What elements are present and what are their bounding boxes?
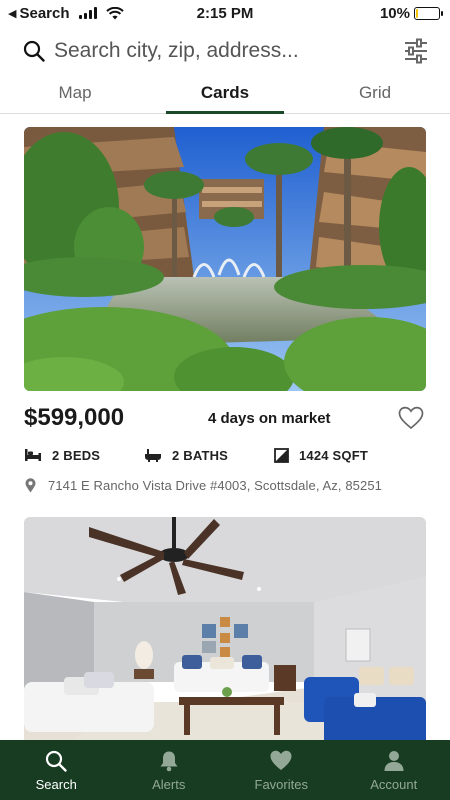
listing-photo-courtyard[interactable]	[24, 127, 426, 391]
baths-label: 2 BATHS	[172, 447, 229, 463]
listing-address-row: 7141 E Rancho Vista Drive #4003, Scottsd…	[24, 465, 426, 505]
back-caret-icon[interactable]: ◀	[8, 7, 16, 20]
listing-feed: $599,000 4 days on market 2 BEDS 2 BATHS…	[24, 127, 426, 747]
search-icon[interactable]	[22, 39, 46, 63]
listing-card[interactable]: $599,000 4 days on market 2 BEDS 2 BATHS…	[24, 127, 426, 505]
tab-grid[interactable]: Grid	[300, 78, 450, 113]
user-icon	[384, 750, 404, 771]
bell-icon	[160, 751, 178, 771]
sliders-icon[interactable]	[402, 37, 430, 65]
tab-map[interactable]: Map	[0, 78, 150, 113]
battery-fill	[416, 8, 419, 18]
back-to-app-label[interactable]: Search	[19, 5, 69, 22]
baths-fact: 2 BATHS	[144, 448, 274, 463]
listing-card[interactable]	[24, 517, 426, 747]
status-bar: ◀ Search 2:15 PM 10%	[0, 0, 450, 26]
sqft-fact: 1424 SQFT	[274, 448, 368, 463]
days-on-market: 4 days on market	[208, 409, 331, 427]
listing-facts: 2 BEDS 2 BATHS 1424 SQFT	[24, 445, 426, 465]
wifi-icon	[105, 6, 124, 19]
area-icon	[274, 447, 289, 463]
view-tabs: Map Cards Grid	[0, 78, 450, 114]
listing-address: 7141 E Rancho Vista Drive #4003, Scottsd…	[48, 477, 382, 493]
listing-photo-living-room[interactable]	[24, 517, 426, 747]
bed-icon	[25, 449, 41, 461]
listing-summary: $599,000 4 days on market	[24, 391, 426, 445]
battery-icon	[414, 6, 443, 20]
nav-alerts-label: Alerts	[152, 776, 186, 792]
beds-label: 2 BEDS	[52, 447, 101, 463]
signal-icon	[78, 7, 97, 19]
nav-search[interactable]: Search	[0, 740, 113, 800]
battery-percent: 10%	[379, 4, 410, 22]
bathtub-icon	[145, 449, 161, 462]
search-input[interactable]	[54, 39, 402, 63]
nav-alerts[interactable]: Alerts	[113, 740, 226, 800]
listing-price: $599,000	[24, 404, 125, 431]
nav-favorites-label: Favorites	[254, 776, 308, 792]
nav-account[interactable]: Account	[338, 740, 450, 800]
nav-search-label: Search	[35, 776, 77, 792]
tab-cards[interactable]: Cards	[150, 78, 300, 114]
location-pin-icon	[25, 477, 36, 492]
beds-fact: 2 BEDS	[24, 448, 144, 463]
search-icon	[46, 750, 67, 772]
heart-icon	[270, 750, 292, 770]
sqft-label: 1424 SQFT	[299, 447, 368, 463]
nav-favorites[interactable]: Favorites	[225, 740, 338, 800]
nav-account-label: Account	[370, 776, 418, 792]
status-right: 10%	[379, 4, 443, 22]
favorite-heart-icon[interactable]	[398, 406, 424, 430]
status-left: ◀ Search	[8, 5, 124, 22]
bottom-nav: Search Alerts Favorites Account	[0, 740, 450, 800]
search-bar	[0, 30, 450, 72]
